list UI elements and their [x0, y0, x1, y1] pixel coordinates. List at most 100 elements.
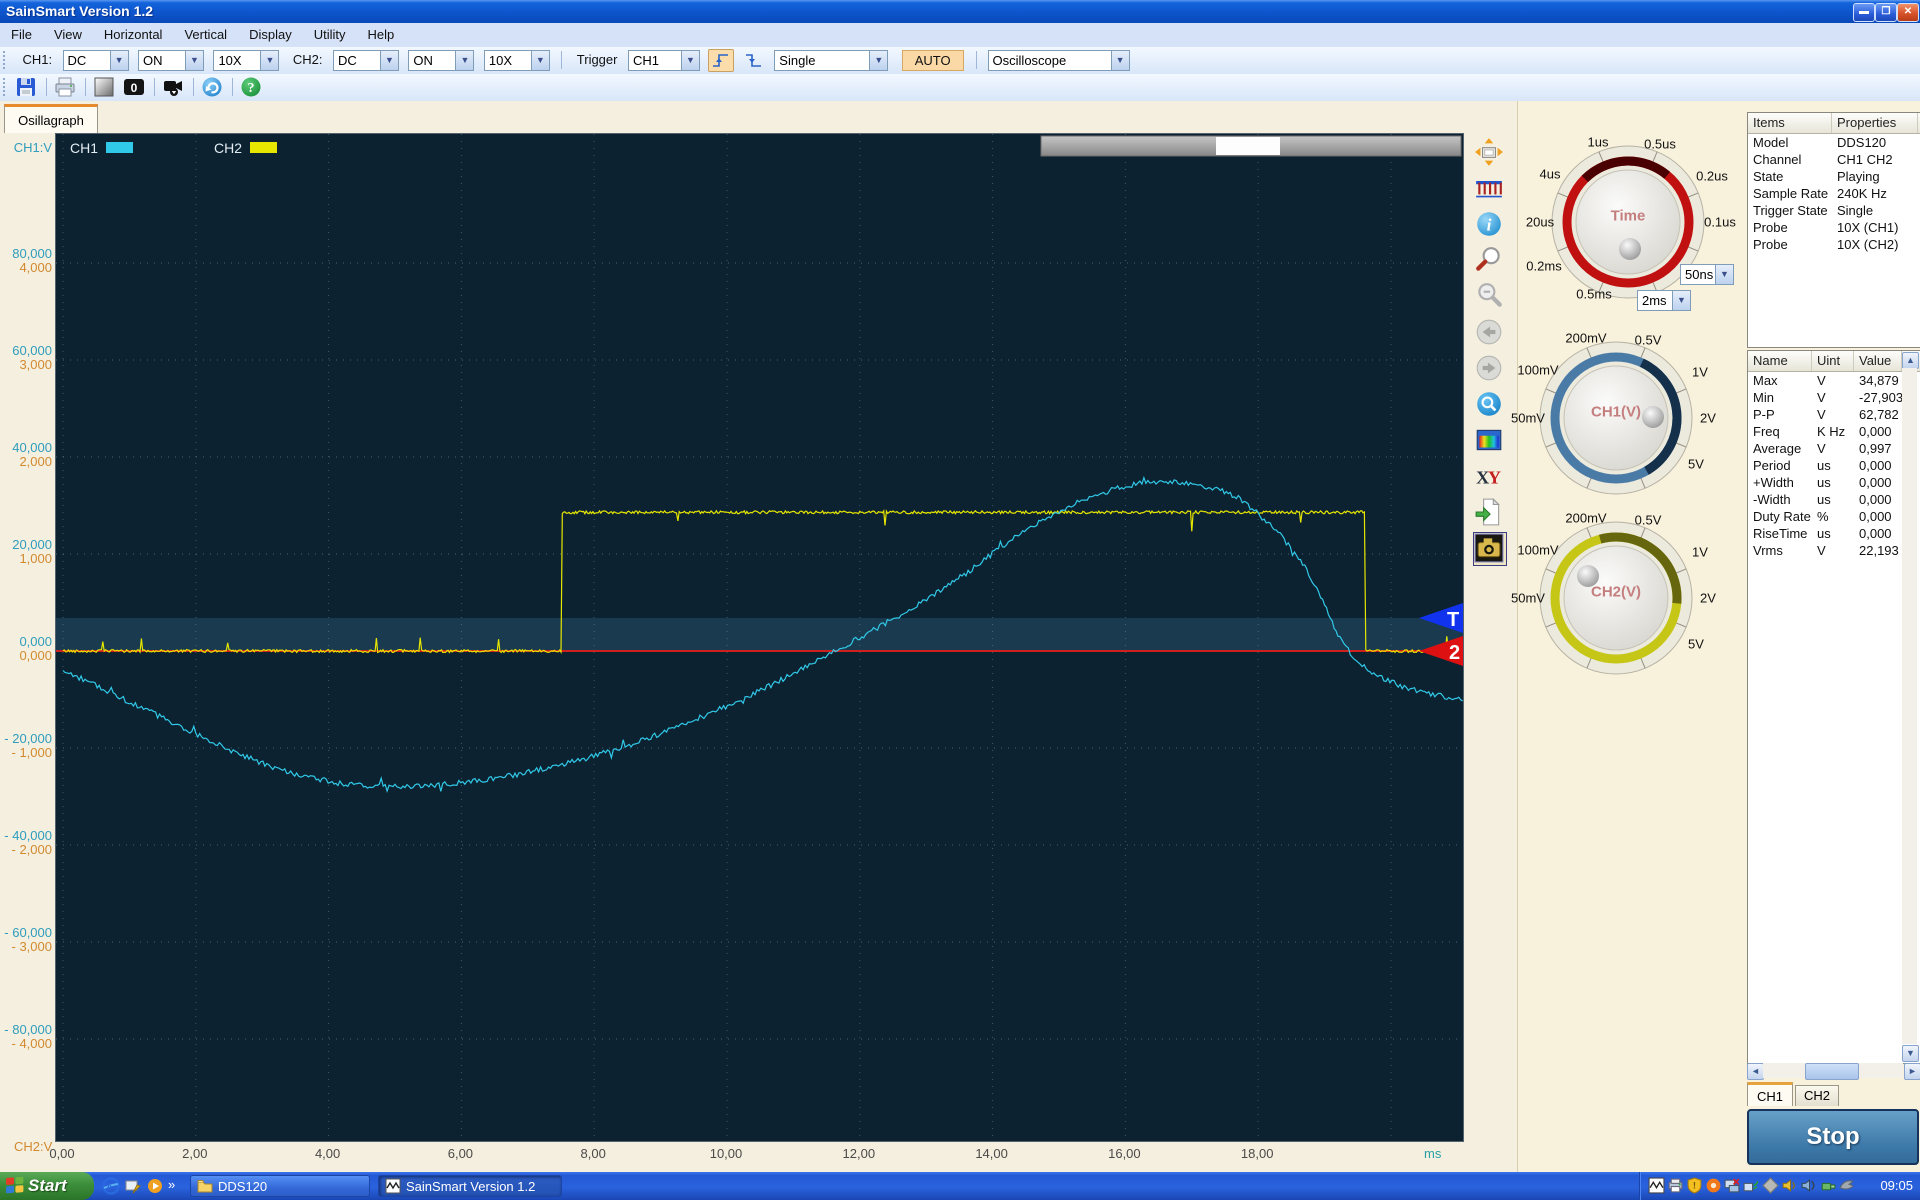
measure-row: Min V -27,903	[1748, 389, 1920, 406]
properties-cell: 240K Hz	[1837, 186, 1887, 201]
plot-pan-thumb[interactable]	[1216, 137, 1280, 155]
minimize-button[interactable]: ▬	[1853, 3, 1875, 22]
y-axis-tick: - 40,000- 2,000	[4, 828, 52, 857]
forward-icon[interactable]	[1474, 353, 1506, 385]
taskbar-button-sainsmart[interactable]: SainSmart Version 1.2	[378, 1175, 562, 1197]
start-button[interactable]: Start	[0, 1172, 94, 1200]
status-diamond-tray-icon[interactable]	[1762, 1177, 1779, 1194]
x-axis-tick: 6,00	[447, 1146, 474, 1161]
camera-icon[interactable]	[1473, 532, 1507, 566]
menu-item-view[interactable]: View	[43, 23, 93, 42]
save-icon[interactable]	[15, 76, 39, 98]
measure-cell: 0,997	[1859, 441, 1892, 456]
search-icon[interactable]	[1474, 389, 1506, 421]
time-knob[interactable]: Time 1us 0.5us 4us 0.2us 20us 0.1us 0.2ms 0.5ms	[1526, 130, 1736, 314]
taskbar-button-dds120[interactable]: DDS120	[190, 1175, 370, 1197]
horizontal-scrollbar-track[interactable]	[1763, 1063, 1903, 1080]
menu-item-file[interactable]: File	[0, 23, 43, 42]
tab-osillagraph[interactable]: Osillagraph	[4, 104, 98, 133]
record-icon[interactable]	[162, 76, 186, 98]
xy-icon[interactable]: XY	[1474, 461, 1506, 493]
knob-scale-label: 0.5V	[1634, 332, 1662, 348]
ch2-probe-select[interactable]: 10X ▼	[483, 50, 550, 71]
knob-scale-label: 5V	[1688, 456, 1704, 472]
scope-app-tray-icon[interactable]	[1648, 1177, 1665, 1194]
security-shield-tray-icon[interactable]: !	[1686, 1177, 1703, 1194]
toolbar-separator	[561, 51, 563, 69]
toolbar-grip[interactable]	[3, 51, 8, 69]
x-axis-tick: 18,00	[1240, 1146, 1274, 1161]
trigger-source-select[interactable]: CH1 ▼	[627, 50, 700, 71]
wireless-tray-icon[interactable]	[1743, 1177, 1760, 1194]
close-button[interactable]: ✕	[1897, 3, 1919, 22]
time-base-select[interactable]: 2ms ▼	[1637, 290, 1691, 311]
chevron-down-icon: ▼	[379, 51, 398, 70]
background-icon[interactable]	[93, 76, 117, 98]
ch2-coupling-select[interactable]: DC ▼	[332, 50, 399, 71]
volume-tray-icon[interactable]	[1781, 1177, 1798, 1194]
internet-explorer-icon[interactable]: e	[102, 1177, 120, 1195]
ch2-on-select[interactable]: ON ▼	[408, 50, 475, 71]
knob-scale-label: 50mV	[1511, 590, 1545, 606]
measure-cell: 0,000	[1859, 509, 1892, 524]
info-icon[interactable]: i	[1474, 209, 1506, 241]
scroll-down-button[interactable]: ▼	[1902, 1045, 1919, 1062]
scroll-right-button[interactable]: ►	[1904, 1063, 1920, 1080]
menu-item-vertical[interactable]: Vertical	[173, 23, 238, 42]
measure-cell: RiseTime	[1753, 526, 1808, 541]
media-player-icon[interactable]	[146, 1177, 164, 1195]
taskbar-clock[interactable]: 09:05	[1880, 1178, 1913, 1193]
menu-item-help[interactable]: Help	[356, 23, 405, 42]
menu-item-utility[interactable]: Utility	[303, 23, 357, 42]
quick-launch-overflow-chevron[interactable]: »	[168, 1177, 175, 1192]
ch1-on-select[interactable]: ON ▼	[137, 50, 204, 71]
scroll-left-button[interactable]: ◄	[1747, 1063, 1764, 1080]
audio-device-tray-icon[interactable]	[1800, 1177, 1817, 1194]
counter-icon[interactable]: 0	[123, 76, 147, 98]
scrollbar-thumb[interactable]	[1805, 1063, 1859, 1080]
time-fine-select[interactable]: 50ns ▼	[1680, 264, 1734, 285]
legend-ch2-label: CH2	[214, 140, 242, 156]
quick-launch: e»	[100, 1172, 175, 1198]
ch2-volts-knob[interactable]: CH2(V) 200mV 0.5V 100mV 1V 50mV 2V 5V	[1511, 506, 1716, 690]
knob-scale-label: 100mV	[1517, 362, 1559, 378]
antivirus-tray-icon[interactable]	[1838, 1177, 1855, 1194]
bottom-tab-ch2[interactable]: CH2	[1795, 1085, 1839, 1106]
print-spooler-tray-icon[interactable]	[1667, 1177, 1684, 1194]
back-icon[interactable]	[1474, 317, 1506, 349]
rising-edge-button[interactable]	[708, 49, 735, 72]
firewall-tray-icon[interactable]	[1705, 1177, 1722, 1194]
ch1-coupling-select[interactable]: DC ▼	[62, 50, 129, 71]
network-offline-tray-icon[interactable]	[1724, 1177, 1741, 1194]
print-icon[interactable]	[54, 76, 78, 98]
export-icon[interactable]	[1474, 497, 1506, 529]
menu-item-display[interactable]: Display	[238, 23, 303, 42]
falling-edge-button[interactable]	[741, 49, 767, 72]
oscilloscope-plot[interactable]: T 2 CH1 CH2	[55, 133, 1464, 1142]
vertical-scrollbar-track[interactable]	[1902, 368, 1917, 1044]
usb-device-tray-icon[interactable]	[1819, 1177, 1836, 1194]
ch2-label: CH2:	[292, 52, 323, 67]
pan-icon[interactable]	[1474, 137, 1506, 169]
auto-button[interactable]: AUTO	[901, 50, 964, 71]
maximize-button[interactable]: ❐	[1875, 3, 1897, 22]
bottom-tab-ch1[interactable]: CH1	[1747, 1082, 1793, 1106]
show-desktop-icon[interactable]	[124, 1177, 142, 1195]
ch1-probe-select[interactable]: 10X ▼	[213, 50, 280, 71]
zoom-in-icon[interactable]	[1474, 245, 1506, 277]
ch1-volts-knob[interactable]: CH1(V) 200mV 0.5V 100mV 1V 50mV 2V 5V	[1511, 326, 1716, 510]
measure-row: Period us 0,000	[1748, 457, 1920, 474]
palette-icon[interactable]	[1474, 425, 1506, 457]
menu-item-horizontal[interactable]: Horizontal	[93, 23, 174, 42]
instrument-select[interactable]: Oscilloscope ▼	[987, 50, 1130, 71]
stop-button[interactable]: Stop	[1747, 1109, 1919, 1165]
trigger-mode-select[interactable]: Single ▼	[774, 50, 889, 71]
help-icon[interactable]: ?	[240, 76, 264, 98]
ruler-icon[interactable]	[1474, 173, 1506, 205]
title-bar: SainSmart Version 1.2 ▬ ❐ ✕	[0, 0, 1920, 23]
scroll-up-button[interactable]: ▲	[1902, 352, 1919, 369]
refresh-icon[interactable]	[201, 76, 225, 98]
waveform-canvas[interactable]: T 2 CH1 CH2	[56, 134, 1464, 1141]
zoom-out-icon[interactable]	[1474, 281, 1506, 313]
svg-text:e: e	[107, 1181, 112, 1193]
